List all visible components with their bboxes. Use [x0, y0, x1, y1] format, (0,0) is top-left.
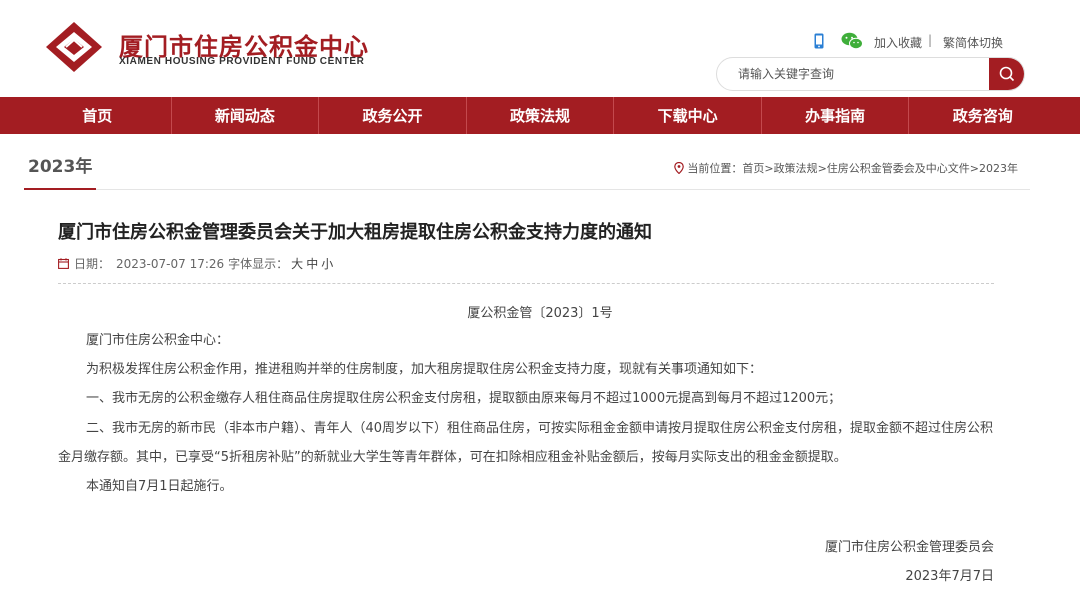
- document-number: 厦公积金管〔2023〕1号: [467, 306, 613, 321]
- section-bar: 2023年 当前位置： 首页 > 政策法规 > 住房公积金管委会及中心文件 > …: [24, 148, 1030, 190]
- search-button[interactable]: [989, 58, 1024, 90]
- breadcrumb-sep: >: [764, 161, 774, 175]
- date-label: 日期：: [74, 257, 111, 271]
- logo-icon: [46, 22, 102, 72]
- breadcrumb-committee-docs[interactable]: 住房公积金管委会及中心文件: [827, 160, 970, 176]
- sign-date: 2023年7月7日: [905, 569, 994, 584]
- nav-item-downloads[interactable]: 下载中心: [614, 97, 762, 134]
- font-size-label: 字体显示：: [228, 257, 289, 271]
- paragraph-item-1: 一、我市无房的公积金缴存人租住商品住房提取住房公积金支付房租，提取额由原来每月不…: [86, 391, 842, 406]
- breadcrumb-prefix: 当前位置：: [687, 162, 743, 175]
- paragraph-effective: 本通知自7月1日起施行。: [86, 479, 233, 494]
- breadcrumb: 当前位置： 首页 > 政策法规 > 住房公积金管委会及中心文件 > 2023年: [674, 160, 1018, 176]
- wechat-icon[interactable]: [841, 32, 863, 50]
- lang-switch-link[interactable]: 繁简体切换: [943, 34, 1003, 51]
- breadcrumb-sep: >: [969, 161, 979, 175]
- location-pin-icon: [674, 162, 685, 174]
- paragraph-salutation: 厦门市住房公积金中心：: [86, 333, 230, 348]
- search-input[interactable]: [717, 58, 989, 90]
- breadcrumb-policies[interactable]: 政策法规: [774, 160, 818, 176]
- paragraph-intro: 为积极发挥住房公积金作用，推进租购并举的住房制度，加大租房提取住房公积金支持力度…: [86, 362, 763, 377]
- phone-icon[interactable]: [814, 33, 824, 49]
- nav-item-home[interactable]: 首页: [24, 97, 172, 134]
- divider: [58, 283, 994, 284]
- font-size-medium[interactable]: 中: [306, 255, 318, 272]
- nav-item-policies[interactable]: 政策法规: [467, 97, 615, 134]
- site-header: 厦门市住房公积金中心 XIAMEN HOUSING PROVIDENT FUND…: [0, 0, 1080, 97]
- breadcrumb-year[interactable]: 2023年: [979, 160, 1018, 176]
- signature: 厦门市住房公积金管理委员会: [824, 540, 994, 555]
- article-title: 厦门市住房公积金管理委员会关于加大租房提取住房公积金支持力度的通知: [58, 222, 652, 243]
- add-favorite-link[interactable]: 加入收藏: [874, 34, 922, 51]
- breadcrumb-sep: >: [817, 161, 827, 175]
- paragraph-item-2: 二、我市无房的新市民（非本市户籍）、青年人（40周岁以下）租住商品住房，可按实际…: [58, 421, 994, 465]
- section-title: 2023年: [24, 148, 97, 190]
- nav-item-guide[interactable]: 办事指南: [762, 97, 910, 134]
- font-size-small[interactable]: 小: [321, 255, 333, 272]
- site-title-en: XIAMEN HOUSING PROVIDENT FUND CENTER: [119, 56, 365, 67]
- nav-item-public-affairs[interactable]: 政务公开: [319, 97, 467, 134]
- calendar-icon: [58, 258, 69, 269]
- search-icon: [999, 66, 1015, 82]
- breadcrumb-home[interactable]: 首页: [742, 160, 764, 176]
- main-nav: 首页 新闻动态 政务公开 政策法规 下载中心 办事指南 政务咨询: [0, 97, 1080, 134]
- font-size-large[interactable]: 大: [291, 255, 303, 272]
- publish-date: 2023-07-07 17:26: [116, 256, 225, 271]
- article-meta: 日期： 2023-07-07 17:26 字体显示： 大 中 小: [58, 255, 333, 272]
- top-separator: |: [928, 33, 933, 47]
- search-box: [716, 57, 1025, 91]
- nav-item-news[interactable]: 新闻动态: [172, 97, 320, 134]
- nav-item-consult[interactable]: 政务咨询: [909, 97, 1056, 134]
